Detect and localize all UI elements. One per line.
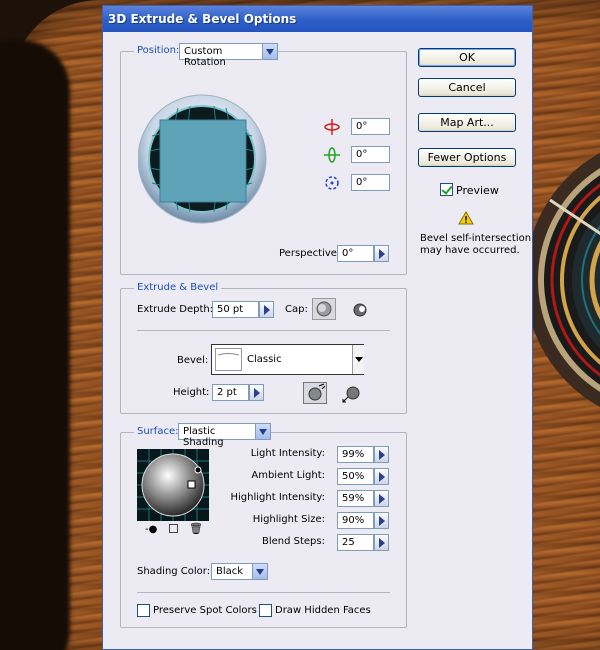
highlight-intensity-slider-button[interactable] <box>374 490 389 507</box>
rotate-z-field[interactable]: 0° <box>351 174 390 191</box>
move-light-back-icon[interactable]: -● <box>145 524 157 535</box>
bevel-preview-icon <box>215 348 242 371</box>
extrude-depth-slider-button[interactable] <box>259 301 274 318</box>
cancel-button[interactable]: Cancel <box>418 78 516 97</box>
rotate-x-axis-icon <box>324 119 340 135</box>
draw-hidden-faces-checkbox[interactable] <box>259 604 272 617</box>
extrude-divider <box>137 330 390 331</box>
shading-color-label: Shading Color: <box>137 566 211 577</box>
perspective-label: Perspective: <box>279 248 341 259</box>
bevel-label: Bevel: <box>177 355 209 366</box>
bevel-out-button[interactable] <box>303 382 327 404</box>
rotation-trackball[interactable] <box>138 76 268 246</box>
warning-text-line1: Bevel self-intersection <box>420 233 532 244</box>
ambient-light-field[interactable]: 50% <box>337 468 374 485</box>
shading-color-dropdown[interactable] <box>252 563 268 580</box>
light-intensity-slider-button[interactable] <box>374 446 389 463</box>
blend-steps-field[interactable]: 25 <box>337 534 374 551</box>
extrude-bevel-dialog: 3D Extrude & Bevel Options Position: Cus… <box>102 5 533 650</box>
ambient-light-label: Ambient Light: <box>251 470 325 481</box>
shading-color-select[interactable]: Black <box>211 563 253 580</box>
rotate-y-field[interactable]: 0° <box>351 146 390 163</box>
bevel-select[interactable]: Classic <box>211 344 364 375</box>
blend-steps-slider-button[interactable] <box>374 534 389 551</box>
dialog-title[interactable]: 3D Extrude & Bevel Options <box>103 6 532 32</box>
surface-label: Surface: <box>134 426 182 437</box>
position-label: Position: <box>134 45 183 56</box>
bevel-height-slider-button[interactable] <box>249 384 264 401</box>
cap-label: Cap: <box>285 304 308 315</box>
ambient-light-slider-button[interactable] <box>374 468 389 485</box>
lighting-sphere-preview[interactable] <box>137 449 209 521</box>
cap-on-button[interactable] <box>312 298 336 320</box>
rotate-z-axis-icon <box>325 176 339 190</box>
highlight-size-label: Highlight Size: <box>252 514 325 525</box>
cube-front-face <box>159 119 247 203</box>
bevel-height-label: Height: <box>173 387 210 398</box>
light-source-handle <box>187 480 196 489</box>
surface-shading-dropdown[interactable] <box>255 423 271 440</box>
highlight-size-slider-button[interactable] <box>374 512 389 529</box>
highlight-size-field[interactable]: 90% <box>337 512 374 529</box>
surface-divider <box>137 592 390 593</box>
bevel-in-icon[interactable] <box>341 384 363 404</box>
extrude-depth-label: Extrude Depth: <box>137 304 214 315</box>
perspective-field[interactable]: 0° <box>337 245 374 262</box>
bevel-height-field[interactable]: 2 pt <box>212 384 249 401</box>
blend-steps-label: Blend Steps: <box>261 536 325 547</box>
highlight-intensity-label: Highlight Intensity: <box>230 492 326 503</box>
extrude-bevel-label: Extrude & Bevel <box>134 282 222 293</box>
preserve-spot-colors-label: Preserve Spot Colors <box>153 605 257 616</box>
bevel-value: Classic <box>247 354 282 365</box>
position-preset-dropdown[interactable] <box>262 43 278 60</box>
preview-label: Preview <box>456 184 499 197</box>
new-light-icon[interactable] <box>169 524 178 533</box>
warning-text-line2: may have occurred. <box>420 245 520 256</box>
map-art-button[interactable]: Map Art... <box>418 113 516 132</box>
cap-off-icon[interactable] <box>350 300 370 320</box>
light-intensity-label: Light Intensity: <box>250 448 325 459</box>
rotate-y-axis-icon <box>324 147 340 163</box>
light-controls-bar: -● 🗑 <box>137 522 209 538</box>
bevel-dropdown[interactable] <box>352 345 364 374</box>
surface-shading-select[interactable]: Plastic Shading <box>178 423 256 448</box>
warning-icon <box>458 211 474 225</box>
ok-button[interactable]: OK <box>418 48 516 67</box>
rotate-x-field[interactable]: 0° <box>351 118 390 135</box>
highlight-intensity-field[interactable]: 59% <box>337 490 374 507</box>
draw-hidden-faces-label: Draw Hidden Faces <box>275 605 371 616</box>
position-preset-select[interactable]: Custom Rotation <box>179 43 263 68</box>
cap-on-icon <box>316 301 332 317</box>
light-intensity-field[interactable]: 99% <box>337 446 374 463</box>
preserve-spot-colors-checkbox[interactable] <box>137 604 150 617</box>
perspective-slider-button[interactable] <box>374 245 389 262</box>
bevel-out-icon <box>308 383 326 401</box>
preview-checkbox[interactable] <box>440 183 453 196</box>
fewer-options-button[interactable]: Fewer Options <box>418 148 516 167</box>
dark-shadow <box>0 40 70 650</box>
delete-light-icon[interactable]: 🗑 <box>189 522 203 535</box>
extrude-depth-field[interactable]: 50 pt <box>212 301 259 318</box>
